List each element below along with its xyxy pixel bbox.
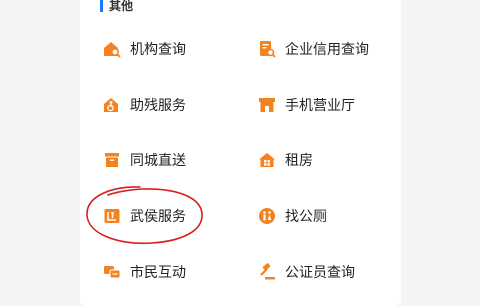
section-header: 其他 [100, 0, 133, 13]
accessibility-icon [104, 98, 118, 112]
service-item-mobile-business-hall[interactable]: 手机营业厅 [258, 93, 355, 117]
document-search-icon [260, 41, 276, 58]
gavel-icon [260, 263, 275, 280]
service-item-wuhou-services[interactable]: 武侯服务 [103, 204, 186, 228]
delivery-box-icon [105, 153, 119, 167]
service-item-citizen-interaction[interactable]: 市民互动 [103, 260, 186, 284]
service-item-institution-query[interactable]: 机构查询 [103, 37, 186, 61]
house-rent-icon [259, 153, 275, 167]
section-accent-bar [100, 0, 103, 12]
district-service-icon [104, 209, 120, 223]
service-label: 找公厕 [285, 209, 327, 225]
service-label: 助残服务 [130, 98, 186, 114]
service-item-enterprise-credit-query[interactable]: 企业信用查询 [258, 37, 369, 61]
service-item-rent-house[interactable]: 租房 [258, 148, 313, 172]
service-label: 公证员查询 [285, 265, 355, 281]
toilet-icon [259, 208, 275, 224]
service-label: 同城直送 [130, 153, 186, 169]
service-label: 市民互动 [130, 265, 186, 281]
service-label: 租房 [285, 153, 313, 169]
section-title: 其他 [109, 0, 134, 13]
service-label: 企业信用查询 [285, 42, 369, 58]
service-item-disability-assistance[interactable]: 助残服务 [103, 93, 186, 117]
storefront-icon [259, 98, 275, 112]
service-label: 武侯服务 [130, 209, 186, 225]
service-item-notary-query[interactable]: 公证员查询 [258, 260, 355, 284]
chat-bubbles-icon [104, 266, 121, 279]
service-item-same-city-delivery[interactable]: 同城直送 [103, 148, 186, 172]
house-search-icon [104, 42, 121, 58]
service-label: 手机营业厅 [285, 98, 355, 114]
service-item-find-public-toilet[interactable]: 找公厕 [258, 204, 327, 228]
service-label: 机构查询 [130, 42, 186, 58]
